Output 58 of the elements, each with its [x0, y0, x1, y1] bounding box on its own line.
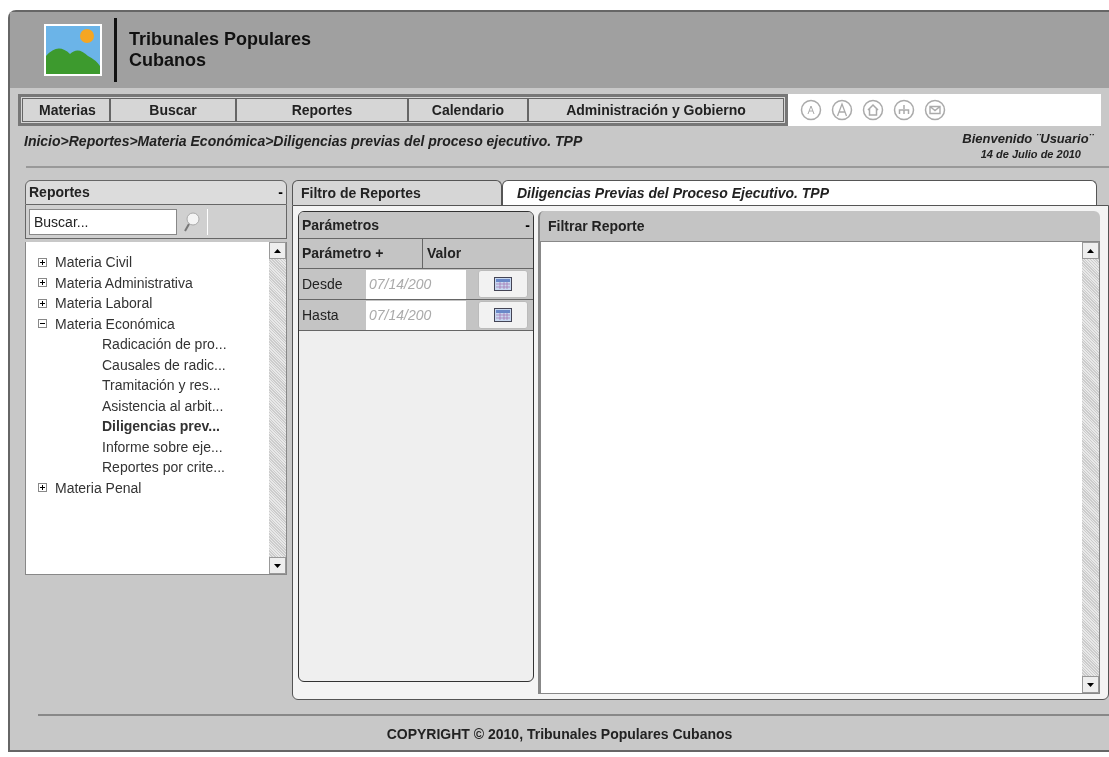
nav-tab[interactable]: Reportes — [236, 98, 408, 122]
tree-item[interactable]: Materia Laboral — [55, 293, 153, 314]
collapse-button[interactable]: - — [525, 214, 530, 236]
down-arrow-icon — [274, 563, 281, 568]
collapse-button[interactable]: - — [278, 182, 283, 203]
search-field[interactable]: Buscar... — [29, 208, 177, 235]
panel-title: Filtrar Reporte — [548, 216, 645, 236]
scrollbar[interactable] — [1082, 242, 1099, 693]
calendar-button[interactable] — [478, 270, 528, 298]
sidebar-title: Reportes — [29, 183, 90, 202]
date-text: 14 de Julio de 2010 — [980, 147, 1082, 162]
scroll-up-button[interactable] — [1082, 242, 1099, 259]
nav-tab[interactable]: Buscar — [110, 98, 236, 122]
search-icon[interactable] — [183, 210, 201, 233]
calendar-icon — [494, 277, 512, 291]
date-field[interactable]: 07/14/200 — [366, 269, 466, 299]
tab[interactable]: Diligencias Previas del Proceso Ejecutivo. TPP — [502, 180, 1097, 205]
parameter-name: Hasta — [302, 305, 340, 325]
site-title: Tribunales Populares — [129, 29, 312, 50]
scroll-down-button[interactable] — [1082, 676, 1099, 693]
parameter-name: Desde — [302, 274, 344, 294]
tree-item[interactable]: Reportes por crite... — [38, 457, 269, 478]
breadcrumb: Inicio>Reportes>Materia Económica>Diligencias previas del proceso ejecutivo. TPP — [24, 132, 583, 151]
tree-item[interactable]: Materia Administrativa — [55, 272, 193, 293]
tree-item[interactable]: Materia Penal — [55, 477, 142, 498]
minus-box-icon[interactable] — [38, 319, 47, 329]
tab[interactable]: Filtro de Reportes — [292, 180, 502, 205]
plus-box-icon[interactable] — [38, 278, 47, 288]
nav-tab[interactable]: Administración y Gobierno — [528, 98, 784, 122]
tree-item[interactable]: Informe sobre eje... — [38, 436, 269, 457]
site-title: Cubanos — [129, 50, 207, 71]
date-field[interactable]: 07/14/200 — [366, 300, 466, 330]
up-arrow-icon — [1087, 248, 1094, 253]
tree-item[interactable]: Tramitación y res... — [38, 375, 269, 396]
copyright-text: COPYRIGHT © 2010, Tribunales Populares Cubanos — [386, 725, 733, 744]
calendar-icon — [494, 308, 512, 322]
tree-item[interactable]: Radicación de pro... — [38, 334, 269, 355]
column-header: Valor — [426, 244, 463, 263]
welcome-text: Bienvenido ¨Usuario¨ — [962, 131, 1093, 146]
tree-item[interactable]: Asistencia al arbit... — [38, 395, 269, 416]
down-arrow-icon — [1087, 682, 1094, 687]
calendar-button[interactable] — [478, 301, 528, 329]
plus-box-icon[interactable] — [38, 298, 47, 308]
panel-title: Parámetros — [302, 215, 380, 235]
landscape-icon — [44, 24, 102, 76]
scrollbar[interactable] — [269, 242, 286, 574]
plus-box-icon[interactable] — [38, 257, 47, 267]
tree-item[interactable]: Materia Civil — [55, 252, 132, 273]
nav-tab[interactable]: Materias — [22, 98, 110, 122]
plus-box-icon[interactable] — [38, 483, 47, 493]
scroll-up-button[interactable] — [269, 242, 286, 259]
column-header[interactable]: Parámetro + — [299, 239, 423, 268]
scroll-down-button[interactable] — [269, 557, 286, 574]
nav-tab[interactable]: Calendario — [408, 98, 528, 122]
tree-item[interactable]: Causales de radic... — [38, 354, 269, 375]
tree-item[interactable]: Diligencias prev... — [38, 416, 269, 437]
up-arrow-icon — [274, 248, 281, 253]
tree-item[interactable]: Materia Económica — [55, 313, 175, 334]
